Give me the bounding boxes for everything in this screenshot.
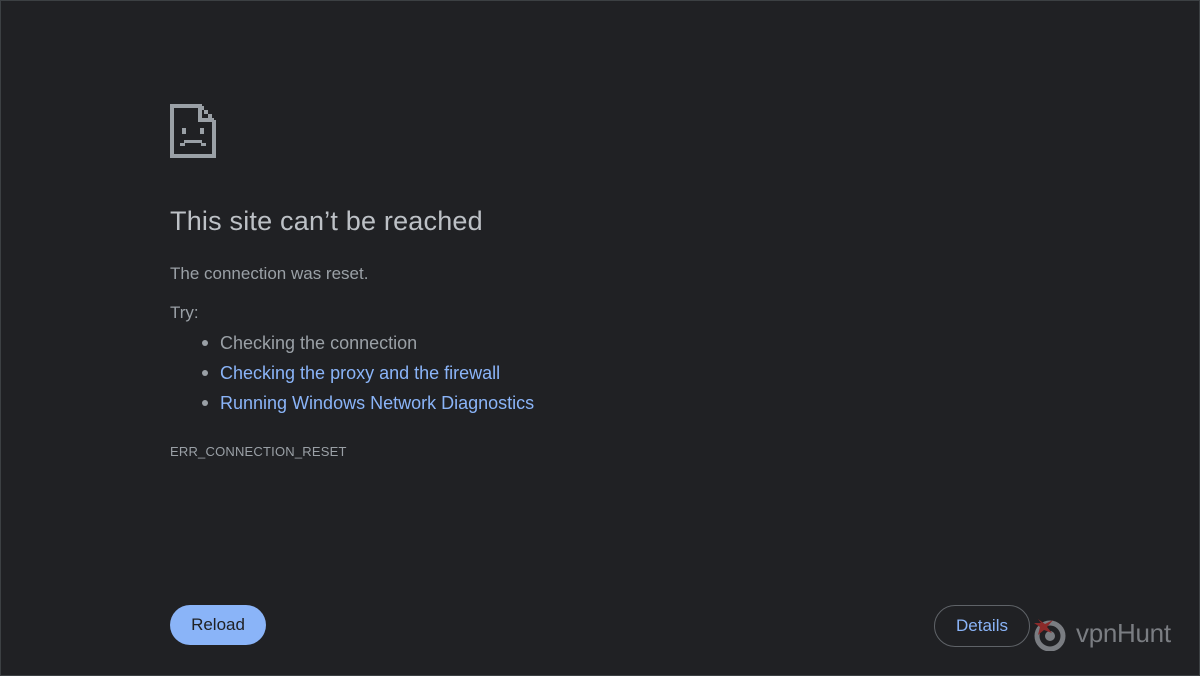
suggestions-list: Checking the connection Checking the pro… [200,331,534,421]
page-frame [0,0,1200,676]
try-label: Try: [170,303,199,322]
error-code: ERR_CONNECTION_RESET [170,444,347,459]
details-button[interactable]: Details [934,605,1030,647]
bullet-icon [202,340,208,346]
suggestion-item-network-diagnostics: Running Windows Network Diagnostics [200,391,534,421]
suggestion-text: Checking the connection [220,333,418,353]
reload-button[interactable]: Reload [170,605,266,645]
error-message: The connection was reset. [170,264,369,283]
bullet-icon [202,370,208,376]
bullet-icon [202,400,208,406]
suggestion-item-check-proxy: Checking the proxy and the firewall [200,361,534,391]
check-proxy-firewall-link[interactable]: Checking the proxy and the firewall [220,363,500,383]
sad-document-icon [170,104,216,158]
vpnhunt-logo-icon [1034,619,1066,651]
vpnhunt-watermark: vpnHunt [1032,612,1171,654]
page-title: This site can’t be reached [170,206,483,236]
vpnhunt-logo-text: vpnHunt [1076,617,1171,648]
network-diagnostics-link[interactable]: Running Windows Network Diagnostics [220,393,534,413]
suggestion-item-check-connection: Checking the connection [200,331,534,361]
